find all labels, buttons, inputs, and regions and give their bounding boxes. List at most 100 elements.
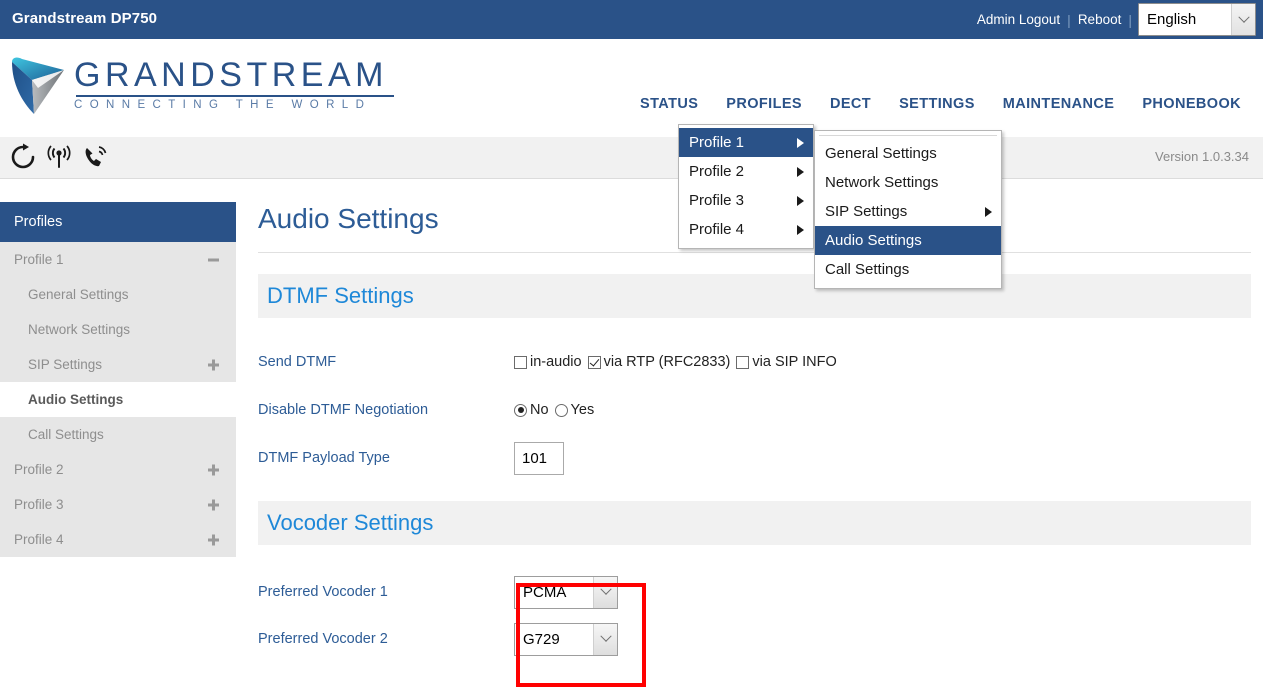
row-send-dtmf: Send DTMF in-audio via RTP (RFC2833) via… [258, 347, 1263, 377]
sidebar-item-profile-4[interactable]: Profile 4 [0, 522, 236, 557]
menu-item-label: General Settings [825, 145, 937, 162]
radio-circle[interactable] [514, 403, 527, 417]
brand-nav-band: GRANDSTREAM CONNECTING THE WORLD STATUS … [0, 39, 1263, 137]
checkbox-label: via SIP INFO [752, 354, 837, 370]
disable-dtmf-radio-group: No Yes [514, 402, 600, 418]
sidebar-item-audio-settings[interactable]: Audio Settings [0, 382, 236, 417]
nav-item-phonebook[interactable]: PHONEBOOK [1128, 92, 1255, 116]
chevron-down-icon[interactable] [1231, 4, 1255, 35]
nav-item-status[interactable]: STATUS [626, 92, 712, 116]
brand-logo[interactable]: GRANDSTREAM CONNECTING THE WORLD [8, 54, 394, 116]
sidebar-item-profile-3[interactable]: Profile 3 [0, 487, 236, 522]
section-header-vocoder: Vocoder Settings [258, 501, 1251, 545]
menu-item-profile-3[interactable]: Profile 3 [679, 186, 813, 215]
collapse-minus-icon[interactable] [207, 253, 220, 266]
radio-no[interactable]: No [514, 402, 549, 418]
top-bar-actions: Admin Logout | Reboot | English [970, 0, 1263, 39]
menu-item-profile-4[interactable]: Profile 4 [679, 215, 813, 244]
checkbox-box[interactable] [587, 355, 601, 369]
menu-item-label: Network Settings [825, 174, 939, 191]
checkbox-box[interactable] [514, 355, 527, 369]
radio-label: Yes [570, 402, 595, 418]
row-label: Send DTMF [258, 354, 337, 370]
radio-yes[interactable]: Yes [554, 402, 595, 418]
dect-radio-icon[interactable] [44, 142, 74, 172]
sidebar-item-label: SIP Settings [28, 357, 103, 372]
chevron-down-icon[interactable] [593, 576, 617, 608]
checkbox-via-rtp[interactable]: via RTP (RFC2833) [587, 354, 730, 370]
row-preferred-vocoder-1: Preferred Vocoder 1 PCMA [258, 575, 1263, 609]
checkbox-via-sip-info[interactable]: via SIP INFO [736, 354, 837, 370]
checkbox-in-audio[interactable]: in-audio [514, 354, 582, 370]
profiles-dropdown-menu: Profile 1 Profile 2 Profile 3 Profile 4 [678, 124, 814, 249]
row-label: DTMF Payload Type [258, 450, 390, 466]
brand-wordmark: GRANDSTREAM CONNECTING THE WORLD [74, 58, 394, 112]
sidebar: Profiles Profile 1 General Settings Netw… [0, 202, 236, 557]
brand-rule [76, 95, 394, 98]
expand-plus-icon[interactable] [207, 498, 220, 511]
menu-item-label: SIP Settings [825, 203, 908, 220]
grandstream-logo-icon [12, 57, 64, 114]
preferred-vocoder-2-control: G729 [514, 622, 618, 656]
sidebar-item-general-settings[interactable]: General Settings [0, 277, 236, 312]
row-label: Disable DTMF Negotiation [258, 402, 429, 418]
chevron-down-icon[interactable] [593, 623, 617, 655]
preferred-vocoder-2-select[interactable]: G729 [514, 622, 618, 656]
menu-item-sip-settings[interactable]: SIP Settings [815, 197, 1001, 226]
menu-item-label: Profile 4 [689, 221, 745, 238]
divider: | [1128, 11, 1132, 28]
sidebar-item-profile-1[interactable]: Profile 1 [0, 242, 236, 277]
menu-divider [819, 135, 997, 136]
sidebar-item-sip-settings[interactable]: SIP Settings [0, 347, 236, 382]
sidebar-item-profile-2[interactable]: Profile 2 [0, 452, 236, 487]
brand-name: GRANDSTREAM [74, 56, 388, 95]
sidebar-item-label: Profile 3 [14, 497, 64, 512]
device-title: Grandstream DP750 [12, 10, 158, 27]
top-bar: Grandstream DP750 Admin Logout | Reboot … [0, 0, 1263, 39]
preferred-vocoder-1-control: PCMA [514, 575, 618, 609]
sidebar-item-network-settings[interactable]: Network Settings [0, 312, 236, 347]
expand-plus-icon[interactable] [207, 533, 220, 546]
sidebar-item-label: Profile 1 [14, 252, 64, 267]
main-navigation: STATUS PROFILES DECT SETTINGS MAINTENANC… [626, 92, 1255, 116]
radio-circle[interactable] [554, 403, 568, 417]
sidebar-item-label: Profile 4 [14, 532, 64, 547]
expand-plus-icon[interactable] [207, 463, 220, 476]
menu-item-audio-settings[interactable]: Audio Settings [815, 226, 1001, 255]
chevron-right-icon [797, 224, 804, 235]
dtmf-payload-type-input[interactable]: 101 [514, 441, 564, 475]
title-divider [258, 252, 1251, 253]
menu-item-profile-2[interactable]: Profile 2 [679, 157, 813, 186]
admin-logout-link[interactable]: Admin Logout [970, 12, 1067, 27]
main-content: Audio Settings DTMF Settings Send DTMF i… [236, 179, 1263, 656]
preferred-vocoder-1-select[interactable]: PCMA [514, 575, 618, 609]
status-strip: Version 1.0.3.34 [0, 137, 1263, 179]
menu-item-network-settings[interactable]: Network Settings [815, 168, 1001, 197]
expand-plus-icon[interactable] [207, 358, 220, 371]
radio-label: No [530, 402, 549, 418]
row-preferred-vocoder-2: Preferred Vocoder 2 G729 [258, 622, 1263, 656]
sidebar-item-label: Audio Settings [28, 392, 124, 407]
refresh-icon[interactable] [8, 142, 38, 172]
menu-item-label: Profile 2 [689, 163, 745, 180]
checkbox-label: in-audio [530, 354, 582, 370]
menu-item-call-settings[interactable]: Call Settings [815, 255, 1001, 284]
nav-item-maintenance[interactable]: MAINTENANCE [989, 92, 1129, 116]
chevron-right-icon [797, 137, 804, 148]
checkbox-box[interactable] [736, 355, 750, 369]
section-header-dtmf: DTMF Settings [258, 274, 1251, 318]
reboot-link[interactable]: Reboot [1071, 12, 1129, 27]
sidebar-item-call-settings[interactable]: Call Settings [0, 417, 236, 452]
sidebar-item-label: Call Settings [28, 427, 104, 442]
handset-call-icon[interactable] [80, 142, 110, 172]
row-label: Preferred Vocoder 1 [258, 584, 388, 600]
select-value: PCMA [523, 583, 567, 601]
nav-item-settings[interactable]: SETTINGS [885, 92, 989, 116]
profile-1-submenu: General Settings Network Settings SIP Se… [814, 130, 1002, 289]
menu-item-general-settings[interactable]: General Settings [815, 139, 1001, 168]
menu-item-label: Audio Settings [825, 232, 922, 249]
nav-item-dect[interactable]: DECT [816, 92, 885, 116]
language-select[interactable]: English [1138, 3, 1256, 36]
nav-item-profiles[interactable]: PROFILES [712, 92, 816, 116]
menu-item-profile-1[interactable]: Profile 1 [679, 128, 813, 157]
